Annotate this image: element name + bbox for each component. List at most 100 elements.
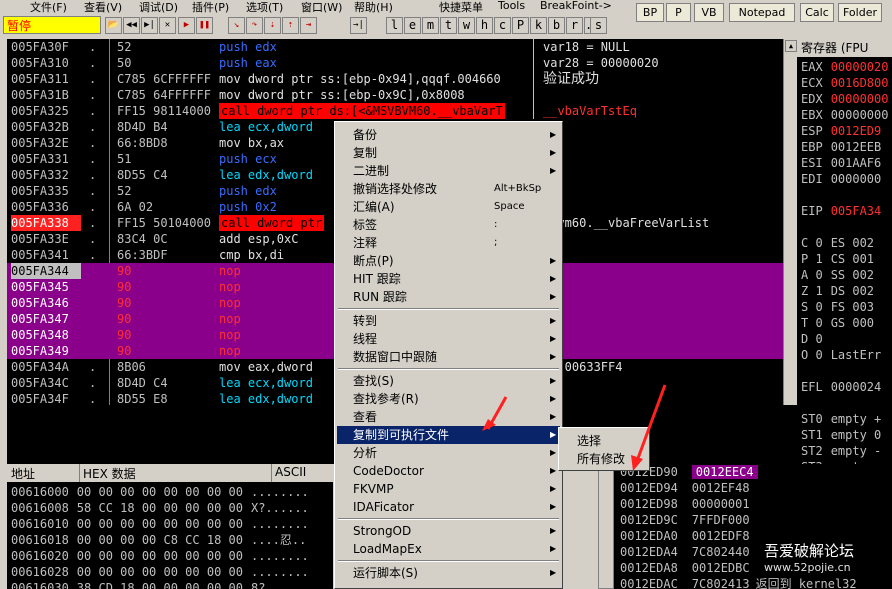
register-row[interactable]: EFL 0000024 xyxy=(801,379,881,395)
hex-dump-pane[interactable]: 00616000 00 00 00 00 00 00 00 00........ 0… xyxy=(7,464,333,589)
disasm-row[interactable]: 005FA325. FF15 98114000 call dword ptr ds:… xyxy=(7,103,783,119)
window-letter-button[interactable]: r xyxy=(566,17,583,34)
disasm-scrollbar[interactable]: ▲ xyxy=(783,39,797,405)
register-row[interactable]: S 0 FS 003 xyxy=(801,299,874,315)
register-row[interactable]: ST0 empty + xyxy=(801,411,881,427)
context-menu-item[interactable]: 撤销选择处修改 Alt+BkSp xyxy=(337,180,560,198)
quick-button[interactable]: BP xyxy=(636,3,664,22)
hex-row[interactable]: 00616008 58 CC 18 00 00 00 00 00 X?...... xyxy=(11,500,309,516)
register-row[interactable] xyxy=(801,219,809,235)
scroll-up-icon[interactable]: ▲ xyxy=(785,40,797,52)
context-menu-item[interactable]: 断点(P) ▶ xyxy=(337,252,560,270)
trace-into-icon[interactable]: ⇣ xyxy=(264,17,281,34)
context-menu-item[interactable]: 转到 ▶ xyxy=(337,312,560,330)
menu-item[interactable]: 快捷菜单 xyxy=(439,0,483,15)
goto-icon[interactable]: →| xyxy=(350,17,367,34)
context-menu-item[interactable]: StrongOD ▶ xyxy=(337,522,560,540)
quick-button[interactable]: VB xyxy=(694,3,724,22)
menu-item[interactable]: 调试(D) xyxy=(139,0,178,15)
register-row[interactable] xyxy=(801,363,809,379)
context-menu-item[interactable]: 查找参考(R) ▶ xyxy=(337,390,560,408)
close-icon[interactable]: ✕ xyxy=(159,17,176,34)
window-letter-button[interactable]: s xyxy=(590,17,607,34)
context-menu-item[interactable]: 数据窗口中跟随 ▶ xyxy=(337,348,560,366)
stack-scrollbar[interactable] xyxy=(598,464,614,589)
register-row[interactable]: EBP 0012EEB xyxy=(801,139,881,155)
menu-item[interactable]: Tools xyxy=(498,0,525,12)
menu-item[interactable]: 帮助(H) xyxy=(354,0,393,15)
hex-row[interactable]: 00616030 38 CD 18 00 00 00 00 00 8?...... xyxy=(11,580,309,589)
context-menu-item[interactable]: 查看 ▶ xyxy=(337,408,560,426)
context-menu-item[interactable]: 分析 ▶ xyxy=(337,444,560,462)
window-letter-button[interactable]: c xyxy=(494,17,511,34)
window-letter-button[interactable]: w xyxy=(458,17,475,34)
context-menu-item[interactable]: 复制到可执行文件 ▶ xyxy=(337,426,560,444)
menu-item[interactable]: 选项(T) xyxy=(246,0,283,15)
register-row[interactable]: EBX 00000000 xyxy=(801,107,888,123)
hex-row[interactable]: 00616020 00 00 00 00 00 00 00 00........ xyxy=(11,548,309,564)
register-row[interactable]: A 0 SS 002 xyxy=(801,267,874,283)
register-row[interactable]: EAX 00000020 xyxy=(801,59,888,75)
context-menu-item[interactable]: IDAFicator ▶ xyxy=(337,498,560,516)
window-letter-button[interactable]: k xyxy=(530,17,547,34)
run-icon[interactable]: ▶ xyxy=(178,17,195,34)
window-letter-button[interactable]: P xyxy=(512,17,529,34)
stack-row[interactable]: 0012EDA0 0012EDF8 xyxy=(620,528,756,544)
register-row[interactable] xyxy=(801,187,809,203)
context-menu-item[interactable]: 注释; xyxy=(337,234,560,252)
context-menu-item[interactable]: 线程 ▶ xyxy=(337,330,560,348)
context-menu-item[interactable]: LoadMapEx ▶ xyxy=(337,540,560,558)
menu-item[interactable]: 查看(V) xyxy=(84,0,122,15)
register-row[interactable] xyxy=(801,395,809,411)
context-menu-item[interactable]: RUN 跟踪 ▶ xyxy=(337,288,560,306)
rewind-icon[interactable]: ◀◀ xyxy=(123,17,140,34)
trace-over-icon[interactable]: ⇡ xyxy=(282,17,299,34)
context-menu-item[interactable]: 汇编(A) Space xyxy=(337,198,560,216)
execute-till-return-icon[interactable]: ⇥ xyxy=(300,17,317,34)
register-row[interactable]: C 0 ES 002 xyxy=(801,235,874,251)
register-row[interactable]: Z 1 DS 002 xyxy=(801,283,874,299)
disasm-row[interactable]: 005FA310. 50 push eax var28 = 00000020 xyxy=(7,55,783,71)
menu-item[interactable]: BreakFoint-> xyxy=(540,0,612,12)
context-menu-item[interactable]: FKVMP ▶ xyxy=(337,480,560,498)
step-over-icon[interactable]: ↷ xyxy=(246,17,263,34)
window-letter-button[interactable]: t xyxy=(440,17,457,34)
register-row[interactable]: EDX 00000000 xyxy=(801,91,888,107)
register-row[interactable]: ST1 empty 0 xyxy=(801,427,881,443)
register-row[interactable]: ESI 001AAF6 xyxy=(801,155,881,171)
menu-item[interactable]: 插件(P) xyxy=(192,0,229,15)
hex-row[interactable]: 00616010 00 00 00 00 00 00 00 00........ xyxy=(11,516,309,532)
hex-row[interactable]: 00616028 00 00 00 00 00 00 00 00........ xyxy=(11,564,309,580)
register-row[interactable]: EIP 005FA34 xyxy=(801,203,881,219)
context-menu-item[interactable]: 二进制 ▶ xyxy=(337,162,560,180)
register-row[interactable]: ST2 empty - xyxy=(801,443,881,459)
register-row[interactable]: P 1 CS 001 xyxy=(801,251,874,267)
stack-row[interactable]: 0012ED98 00000001 xyxy=(620,496,756,512)
context-menu-item[interactable]: CodeDoctor ▶ xyxy=(337,462,560,480)
quick-button[interactable]: Calc xyxy=(800,3,834,22)
context-menu-item[interactable]: 复制 ▶ xyxy=(337,144,560,162)
quick-button[interactable]: P xyxy=(666,3,691,22)
pause-icon[interactable]: ❚❚ xyxy=(196,17,213,34)
register-row[interactable]: ESP 0012ED9 xyxy=(801,123,881,139)
stack-row[interactable]: 0012ED9C 7FFDF000 xyxy=(620,512,756,528)
step-back-icon[interactable]: ▶| xyxy=(141,17,158,34)
context-menu-item[interactable]: 运行脚本(S) ▶ xyxy=(337,564,560,582)
register-row[interactable]: ECX 0016D800 xyxy=(801,75,888,91)
registers-pane[interactable]: 寄存器 (FPU EAX 00000020 ECX 0016D800 EDX 000000… xyxy=(797,39,892,464)
window-letter-button[interactable]: b xyxy=(548,17,565,34)
context-menu-item[interactable]: HIT 跟踪 ▶ xyxy=(337,270,560,288)
stack-row[interactable]: 0012ED94 0012EF48 xyxy=(620,480,756,496)
stack-row[interactable]: 0012EDA8 0012EDBC xyxy=(620,560,756,576)
menu-item[interactable]: 窗口(W) xyxy=(301,0,342,15)
menu-item[interactable]: 文件(F) xyxy=(30,0,67,15)
disasm-row[interactable]: 005FA31B. C785 64FFFFFF mov dword ptr ss:[… xyxy=(7,87,783,103)
window-letter-button[interactable]: e xyxy=(404,17,421,34)
step-into-icon[interactable]: ↘ xyxy=(228,17,245,34)
window-letter-button[interactable]: h xyxy=(476,17,493,34)
hex-row[interactable]: 00616000 00 00 00 00 00 00 00 00........ xyxy=(11,484,309,500)
context-menu-item[interactable]: 备份 ▶ xyxy=(337,126,560,144)
disasm-row[interactable]: 005FA311. C785 6CFFFFFF mov dword ptr ss:[… xyxy=(7,71,783,87)
stack-row[interactable]: 0012EDA4 7C802440 xyxy=(620,544,756,560)
context-menu-item[interactable]: 查找(S) ▶ xyxy=(337,372,560,390)
